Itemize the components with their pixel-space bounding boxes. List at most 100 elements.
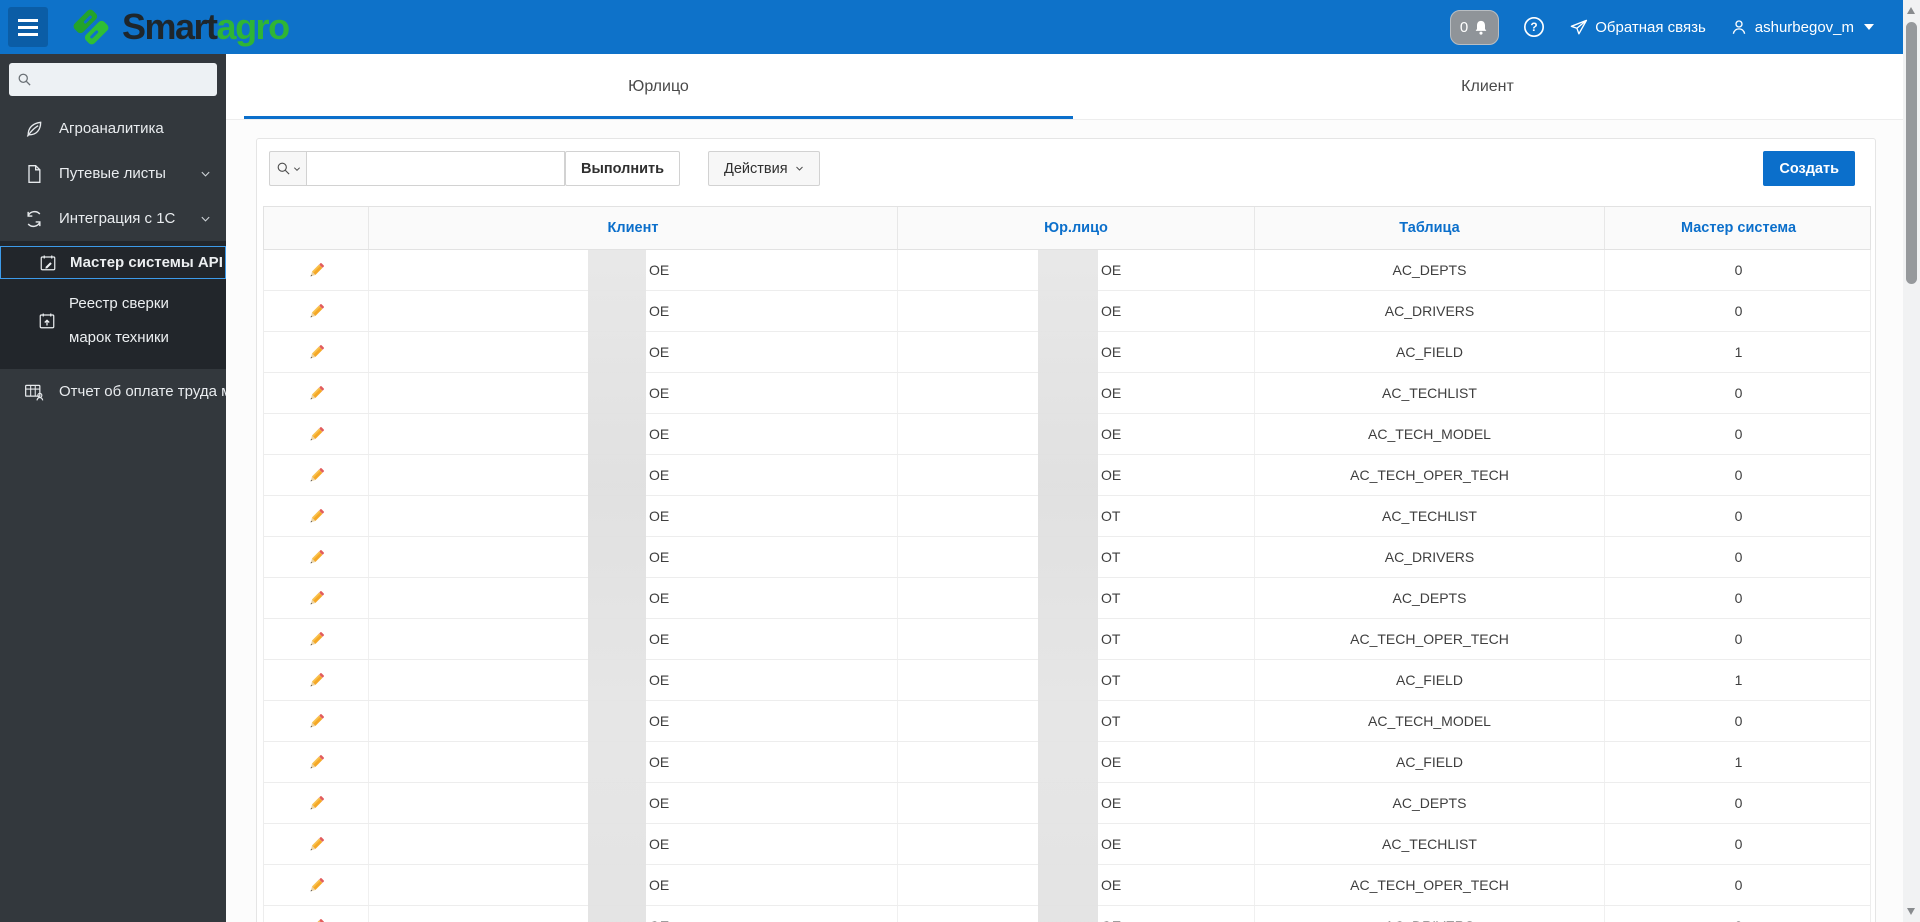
edit-cell[interactable] — [264, 865, 368, 905]
tab-client[interactable]: Клиент — [1073, 54, 1902, 119]
master-system-cell: 0 — [1604, 783, 1872, 823]
master-system-cell: 1 — [1604, 332, 1872, 372]
table-name-cell: AC_DEPTS — [1254, 578, 1604, 618]
sidebar-item-waybills[interactable]: Путевые листы — [0, 151, 226, 196]
column-header-table[interactable]: Таблица — [1254, 207, 1604, 249]
notifications-button[interactable]: 0 — [1449, 9, 1500, 45]
master-system-cell: 1 — [1604, 742, 1872, 782]
table-name-cell: AC_DRIVERS — [1254, 291, 1604, 331]
edit-cell[interactable] — [264, 578, 368, 618]
edit-pencil-icon[interactable] — [307, 753, 326, 772]
edit-pencil-icon[interactable] — [307, 589, 326, 608]
sidebar-search[interactable] — [9, 63, 217, 96]
table-name-cell: AC_DRIVERS — [1254, 537, 1604, 577]
edit-pencil-icon[interactable] — [307, 466, 326, 485]
sidebar-item-agroanalytics[interactable]: Агроаналитика — [0, 106, 226, 151]
edit-pencil-icon[interactable] — [307, 343, 326, 362]
edit-pencil-icon[interactable] — [307, 302, 326, 321]
sidebar-item-1c-integration[interactable]: Интеграция с 1С — [0, 196, 226, 241]
username: ashurbegov_m — [1754, 18, 1854, 36]
top-header: Smartagro 0 ? Обратная связь ashurbegov_… — [0, 0, 1920, 54]
help-icon: ? — [1524, 17, 1545, 37]
master-system-cell: 0 — [1604, 373, 1872, 413]
edit-cell[interactable] — [264, 619, 368, 659]
feedback-button[interactable]: Обратная связь — [1569, 18, 1706, 37]
scrollbar-up-arrow[interactable] — [1907, 7, 1915, 14]
help-button[interactable]: ? — [1523, 16, 1545, 38]
bell-icon — [1475, 20, 1487, 35]
edit-pencil-icon[interactable] — [307, 630, 326, 649]
sidebar-search-input[interactable] — [38, 71, 198, 88]
user-icon — [1732, 20, 1746, 34]
calendar-edit-icon — [40, 255, 56, 270]
edit-cell[interactable] — [264, 742, 368, 782]
edit-pencil-icon[interactable] — [307, 794, 326, 813]
sidebar-item-label: Отчет об оплате труда м — [59, 383, 226, 400]
report-search-input[interactable] — [307, 151, 565, 186]
table-name-cell: AC_TECH_OPER_TECH — [1254, 619, 1604, 659]
edit-pencil-icon[interactable] — [307, 384, 326, 403]
user-caret-icon — [1864, 24, 1874, 30]
search-icon — [277, 162, 290, 175]
master-system-cell: 0 — [1604, 578, 1872, 618]
tab-legal-entity[interactable]: Юрлицо — [244, 54, 1073, 119]
edit-cell[interactable] — [264, 332, 368, 372]
edit-pencil-icon[interactable] — [307, 261, 326, 280]
page-scrollbar[interactable] — [1903, 0, 1920, 922]
edit-pencil-icon[interactable] — [307, 548, 326, 567]
edit-cell[interactable] — [264, 537, 368, 577]
main-content: Юрлицо Клиент Выполнить Действия Создать… — [226, 54, 1920, 922]
edit-cell[interactable] — [264, 250, 368, 290]
edit-pencil-icon[interactable] — [307, 712, 326, 731]
sidebar-subitem-master-systems-api[interactable]: Мастер системы API — [0, 246, 226, 279]
create-button[interactable]: Создать — [1763, 151, 1855, 186]
edit-cell[interactable] — [264, 783, 368, 823]
search-column-selector-button[interactable] — [269, 151, 307, 186]
table-name-cell: AC_TECH_OPER_TECH — [1254, 455, 1604, 495]
table-header-row: Клиент Юр.лицо Таблица Мастер система — [263, 206, 1871, 250]
column-header-client[interactable]: Клиент — [368, 207, 897, 249]
edit-cell[interactable] — [264, 373, 368, 413]
column-header-legal-entity[interactable]: Юр.лицо — [897, 207, 1254, 249]
sidebar-item-label: Интеграция с 1С — [59, 210, 176, 227]
edit-pencil-icon[interactable] — [307, 835, 326, 854]
master-system-cell: 0 — [1604, 455, 1872, 495]
user-menu[interactable]: ashurbegov_m — [1730, 18, 1874, 36]
edit-cell[interactable] — [264, 455, 368, 495]
edit-pencil-icon[interactable] — [307, 917, 326, 922]
chevron-down-icon — [795, 166, 803, 171]
sidebar-subitem-equipment-brand-registry[interactable]: Реестр сверки марок техники — [0, 287, 226, 355]
scrollbar-thumb[interactable] — [1906, 22, 1917, 284]
column-header-edit — [264, 207, 368, 249]
master-system-cell: 0 — [1604, 701, 1872, 741]
master-system-cell: 0 — [1604, 906, 1872, 922]
edit-cell[interactable] — [264, 414, 368, 454]
execute-button[interactable]: Выполнить — [565, 151, 681, 186]
edit-cell[interactable] — [264, 291, 368, 331]
sidebar-submenu-1c: Мастер системы API Реестр сверки марок т… — [0, 241, 226, 369]
scrollbar-down-arrow[interactable] — [1907, 908, 1915, 915]
master-system-cell: 0 — [1604, 414, 1872, 454]
sidebar-item-label: Путевые листы — [59, 165, 166, 182]
master-system-cell: 0 — [1604, 496, 1872, 536]
edit-cell[interactable] — [264, 701, 368, 741]
master-system-cell: 0 — [1604, 619, 1872, 659]
hamburger-menu-button[interactable] — [8, 7, 48, 47]
edit-pencil-icon[interactable] — [307, 671, 326, 690]
column-header-master-system[interactable]: Мастер система — [1604, 207, 1872, 249]
sidebar-item-salary-report[interactable]: Отчет об оплате труда м — [0, 369, 226, 414]
table-name-cell: AC_DEPTS — [1254, 250, 1604, 290]
edit-pencil-icon[interactable] — [307, 876, 326, 895]
edit-pencil-icon[interactable] — [307, 507, 326, 526]
edit-cell[interactable] — [264, 824, 368, 864]
master-system-cell: 0 — [1604, 291, 1872, 331]
table-name-cell: AC_TECH_MODEL — [1254, 701, 1604, 741]
edit-pencil-icon[interactable] — [307, 425, 326, 444]
client-redaction-overlay — [588, 250, 646, 922]
table-name-cell: AC_TECH_OPER_TECH — [1254, 865, 1604, 905]
edit-cell[interactable] — [264, 496, 368, 536]
table-name-cell: AC_TECH_MODEL — [1254, 414, 1604, 454]
edit-cell[interactable] — [264, 906, 368, 922]
actions-menu-button[interactable]: Действия — [708, 151, 820, 186]
edit-cell[interactable] — [264, 660, 368, 700]
